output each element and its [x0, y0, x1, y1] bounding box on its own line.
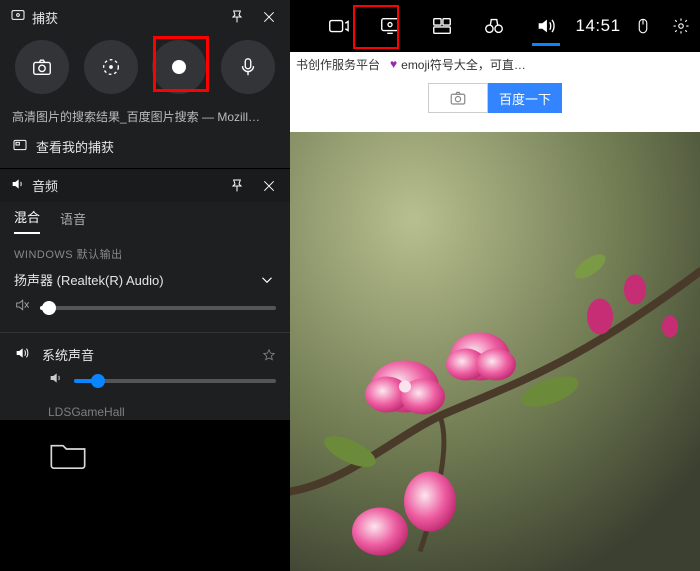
game-capture-devices-icon[interactable]	[312, 0, 364, 52]
audio-panel-header: 音频	[0, 168, 290, 202]
game-capture-screen-icon[interactable]	[364, 0, 416, 52]
background-image	[290, 132, 700, 571]
view-captures-label: 查看我的捕获	[36, 137, 114, 156]
output-device-name: 扬声器 (Realtek(R) Audio)	[14, 270, 258, 289]
favorite-star-icon[interactable]	[262, 348, 276, 362]
xbox-gamebar-overlay: 捕获 高清图片的搜索结果_百度图片搜索 — Mozill… 查看我的捕获	[0, 0, 290, 420]
audio-header-title: 音频	[32, 176, 218, 195]
current-window-title: 高清图片的搜索结果_百度图片搜索 — Mozill…	[0, 100, 290, 131]
close-button[interactable]	[256, 173, 282, 199]
start-recording-button[interactable]	[152, 40, 206, 94]
master-volume-slider[interactable]	[40, 306, 276, 310]
gallery-icon	[12, 137, 28, 156]
capture-header-icon	[10, 8, 26, 27]
bookmark-label: 书创作服务平台	[296, 56, 380, 73]
capture-panel-header: 捕获	[0, 0, 290, 34]
output-device-selector[interactable]: 扬声器 (Realtek(R) Audio)	[0, 268, 290, 297]
master-mute-button[interactable]	[14, 297, 30, 318]
game-capture-binoculars-icon[interactable]	[468, 0, 520, 52]
pin-button[interactable]	[224, 4, 250, 30]
bookmark-label: emoji符号大全，可直…	[401, 56, 526, 73]
audio-header-icon	[10, 176, 26, 195]
capture-header-title: 捕获	[32, 8, 218, 27]
tab-mix[interactable]: 混合	[14, 207, 40, 234]
bookmark-item[interactable]: ♥ emoji符号大全，可直…	[390, 56, 526, 73]
desktop-folder-icon[interactable]	[38, 438, 98, 488]
audio-source-name: 系统声音	[42, 345, 250, 364]
clock-text: 14:51	[572, 0, 624, 52]
source-volume-slider[interactable]	[74, 379, 276, 383]
screenshot-button[interactable]	[15, 40, 69, 94]
microphone-toggle-button[interactable]	[221, 40, 275, 94]
baidu-search-camera-button[interactable]	[428, 83, 488, 113]
chevron-down-icon	[258, 271, 276, 289]
tab-voice[interactable]: 语音	[60, 209, 86, 234]
view-my-captures-link[interactable]: 查看我的捕获	[0, 131, 290, 168]
browser-viewport-sliver: 书创作服务平台 ♥ emoji符号大全，可直… 百度一下	[290, 52, 700, 132]
bookmark-item[interactable]: 书创作服务平台	[296, 56, 380, 73]
settings-gear-icon[interactable]	[662, 0, 700, 52]
game-capture-audio-icon[interactable]	[520, 0, 572, 52]
speaker-icon	[14, 345, 30, 364]
output-section-label: WINDOWS 默认输出	[0, 234, 290, 268]
pin-button[interactable]	[224, 173, 250, 199]
audio-source-name: LDSGameHall	[0, 401, 290, 419]
game-capture-widgets-icon[interactable]	[416, 0, 468, 52]
capture-buttons-row	[0, 34, 290, 100]
mouse-settings-icon[interactable]	[624, 0, 662, 52]
source-mute-button[interactable]	[48, 370, 64, 391]
audio-source-row: 系统声音	[0, 337, 290, 364]
audio-tabs: 混合 语音	[0, 202, 290, 234]
close-button[interactable]	[256, 4, 282, 30]
baidu-search-button[interactable]: 百度一下	[488, 83, 562, 113]
record-last-button[interactable]	[84, 40, 138, 94]
record-dot-icon	[172, 60, 186, 74]
